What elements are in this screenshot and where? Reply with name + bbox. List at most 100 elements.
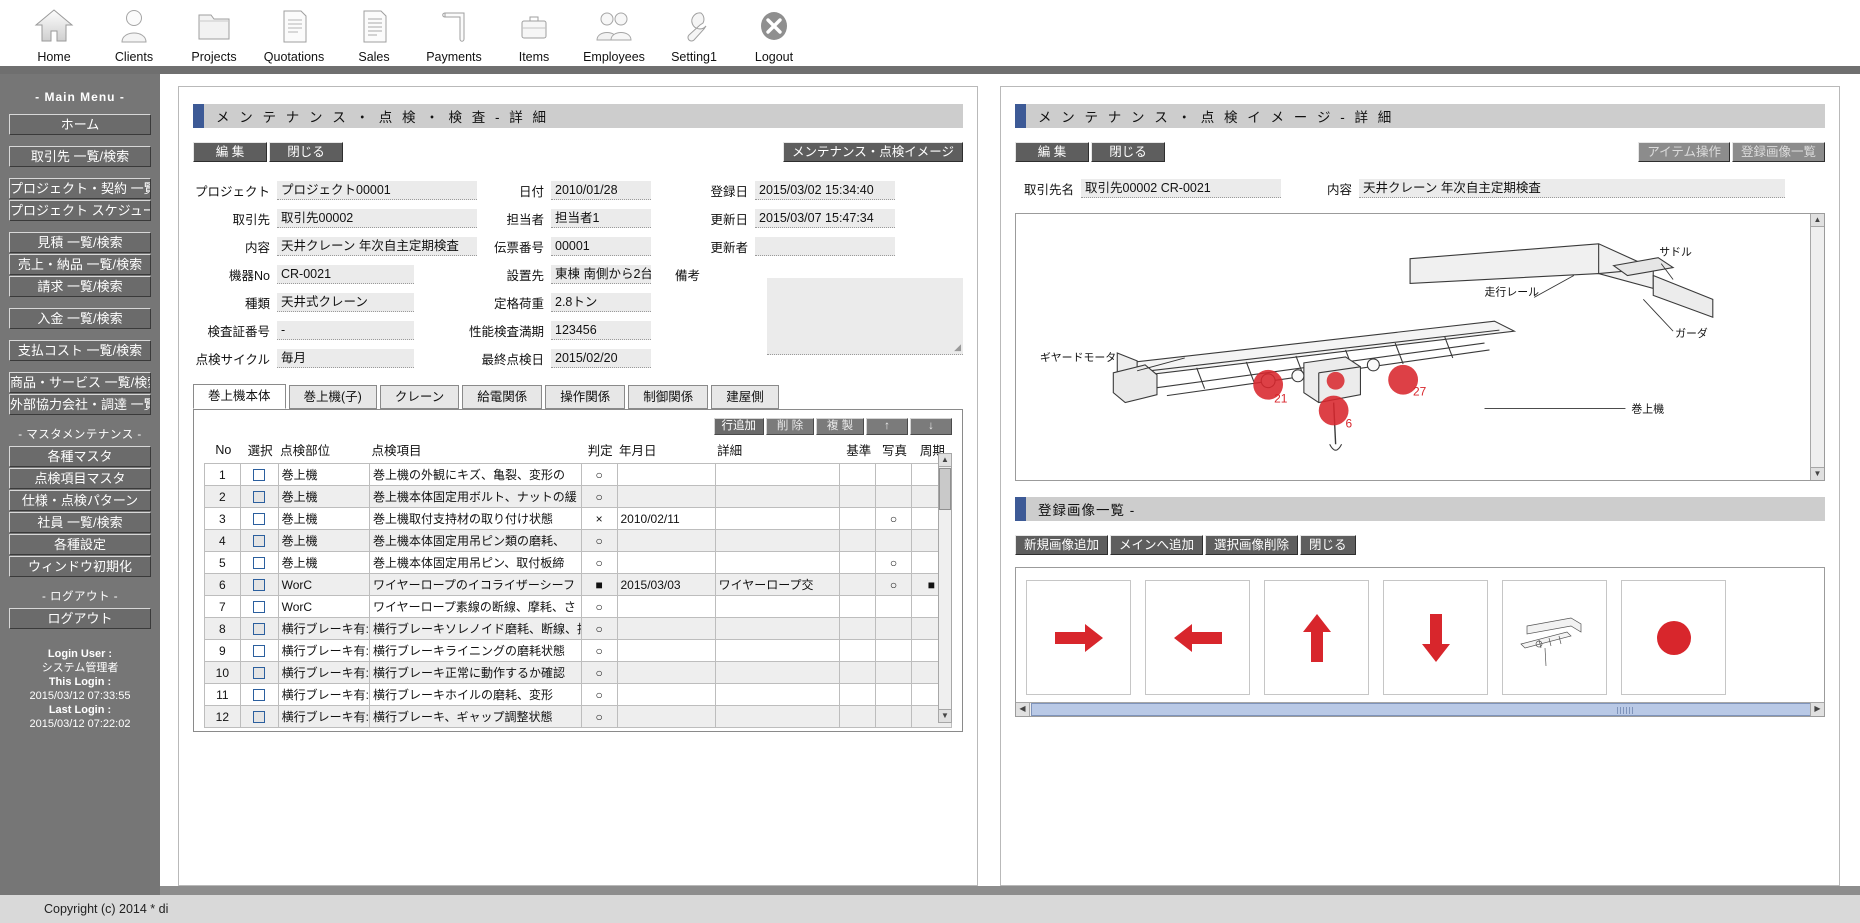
sidebar-item-employees[interactable]: 社員 一覧/検索 bbox=[9, 512, 151, 533]
close-button[interactable]: 閉じる bbox=[269, 142, 343, 162]
edit-button[interactable]: 編 集 bbox=[193, 142, 267, 162]
topnav-item-home[interactable]: Home bbox=[14, 0, 94, 64]
sidebar-item-sales-delivery[interactable]: 売上・納品 一覧/検索 bbox=[9, 254, 151, 275]
thumbnail-arrow-down[interactable] bbox=[1383, 580, 1488, 695]
table-row[interactable]: 1 巻上機 巻上機の外観にキズ、亀裂、変形の ○ bbox=[204, 463, 953, 486]
perf-exp-value[interactable]: 123456 bbox=[551, 321, 651, 340]
image-client-value[interactable]: 取引先00002 CR-0021 bbox=[1081, 179, 1281, 198]
scroll-up-icon[interactable]: ▲ bbox=[1811, 214, 1824, 227]
rated-load-value[interactable]: 2.8トン bbox=[551, 293, 651, 312]
project-value[interactable]: プロジェクト00001 bbox=[277, 181, 477, 200]
image-content-value[interactable]: 天井クレーン 年次自主定期検査 bbox=[1359, 179, 1785, 198]
row-checkbox[interactable] bbox=[253, 513, 266, 526]
content-value[interactable]: 天井クレーン 年次自主定期検査 bbox=[277, 237, 477, 256]
thumbnail-arrow-up[interactable] bbox=[1264, 580, 1369, 695]
cell-select[interactable] bbox=[239, 529, 279, 552]
crane-diagram-viewer[interactable]: 走行レール サドル ギヤードモータ ガーダ 巻上機 21 27 6 ▲ ▼ bbox=[1015, 213, 1825, 481]
image-edit-button[interactable]: 編 集 bbox=[1015, 142, 1089, 162]
cell-select[interactable] bbox=[239, 705, 279, 728]
cell-select[interactable] bbox=[239, 551, 279, 574]
cert-no-value[interactable]: - bbox=[277, 321, 414, 340]
cell-select[interactable] bbox=[239, 463, 279, 486]
tab-hoist-sub[interactable]: 巻上機(子) bbox=[288, 385, 377, 409]
thumbnail-circle[interactable] bbox=[1621, 580, 1726, 695]
row-checkbox[interactable] bbox=[253, 557, 266, 570]
sidebar-item-payment-costs[interactable]: 支払コスト 一覧/検索 bbox=[9, 340, 151, 361]
sidebar-item-invoices[interactable]: 請求 一覧/検索 bbox=[9, 276, 151, 297]
table-row[interactable]: 7 WorC ワイヤーロープ素線の断線、摩耗、さ ○ bbox=[204, 595, 953, 618]
sidebar-item-logout[interactable]: ログアウト bbox=[9, 608, 151, 629]
table-row[interactable]: 3 巻上機 巻上機取付支持材の取り付け状態 × 2010/02/11 ○ bbox=[204, 507, 953, 530]
sidebar-item-products-services[interactable]: 商品・サービス 一覧/検索 bbox=[9, 372, 151, 393]
add-to-main-button[interactable]: メインへ追加 bbox=[1110, 535, 1204, 555]
cycle-value[interactable]: 毎月 bbox=[277, 349, 414, 368]
tab-operation[interactable]: 操作関係 bbox=[545, 385, 626, 409]
topnav-item-setting1[interactable]: Setting1 bbox=[654, 0, 734, 64]
thumbnail-diagram[interactable] bbox=[1502, 580, 1607, 695]
sidebar-item-masters[interactable]: 各種マスタ bbox=[9, 446, 151, 467]
table-row[interactable]: 11 横行ブレーキ有: 横行ブレーキホイルの磨耗、変形 ○ bbox=[204, 683, 953, 706]
sidebar-item-quotations[interactable]: 見積 一覧/検索 bbox=[9, 232, 151, 253]
scroll-left-icon[interactable]: ◀ bbox=[1016, 703, 1030, 716]
delete-row-button[interactable]: 削 除 bbox=[766, 418, 814, 435]
cell-select[interactable] bbox=[239, 573, 279, 596]
sidebar-item-clients[interactable]: 取引先 一覧/検索 bbox=[9, 146, 151, 167]
maintenance-image-button[interactable]: メンテナンス・点検イメージ bbox=[782, 142, 963, 162]
image-close-button[interactable]: 閉じる bbox=[1091, 142, 1165, 162]
topnav-item-employees[interactable]: Employees bbox=[574, 0, 654, 64]
cell-select[interactable] bbox=[239, 617, 279, 640]
cell-select[interactable] bbox=[239, 595, 279, 618]
tab-building-side[interactable]: 建屋側 bbox=[711, 385, 779, 409]
topnav-item-payments[interactable]: Payments bbox=[414, 0, 494, 64]
hscroll-thumb[interactable] bbox=[1031, 703, 1824, 716]
last-check-value[interactable]: 2015/02/20 bbox=[551, 349, 651, 368]
person-value[interactable]: 担当者1 bbox=[551, 209, 651, 228]
topnav-item-projects[interactable]: Projects bbox=[174, 0, 254, 64]
scroll-thumb[interactable] bbox=[939, 468, 951, 510]
sidebar-item-projects-contracts[interactable]: プロジェクト・契約 一覧 bbox=[9, 178, 151, 199]
table-row[interactable]: 10 横行ブレーキ有: 横行ブレーキ正常に動作するか確認 ○ bbox=[204, 661, 953, 684]
tab-hoist-main[interactable]: 巻上機本体 bbox=[193, 384, 286, 409]
row-checkbox[interactable] bbox=[253, 689, 266, 702]
sidebar-item-receipts[interactable]: 入金 一覧/検索 bbox=[9, 308, 151, 329]
diagram-vertical-scrollbar[interactable]: ▲ ▼ bbox=[1810, 214, 1824, 480]
tab-crane[interactable]: クレーン bbox=[379, 385, 460, 409]
row-checkbox[interactable] bbox=[253, 667, 266, 680]
add-new-image-button[interactable]: 新規画像追加 bbox=[1015, 535, 1109, 555]
thumbnail-arrow-right[interactable] bbox=[1026, 580, 1131, 695]
sidebar-item-spec-inspection-pattern[interactable]: 仕様・点検パターン bbox=[9, 490, 151, 511]
topnav-item-sales[interactable]: Sales bbox=[334, 0, 414, 64]
topnav-item-clients[interactable]: Clients bbox=[94, 0, 174, 64]
kind-value[interactable]: 天井式クレーン bbox=[277, 293, 414, 312]
sidebar-item-home[interactable]: ホーム bbox=[9, 114, 151, 135]
cell-select[interactable] bbox=[239, 661, 279, 684]
scroll-down-icon[interactable]: ▼ bbox=[1811, 467, 1824, 480]
scroll-right-icon[interactable]: ▶ bbox=[1810, 703, 1824, 716]
date-value[interactable]: 2010/01/28 bbox=[551, 181, 651, 200]
table-row[interactable]: 5 巻上機 巻上機本体固定用吊ピン、取付板締 ○ ○ bbox=[204, 551, 953, 574]
sidebar-item-project-schedule[interactable]: プロジェクト スケジュール bbox=[9, 200, 151, 221]
thumbnail-arrow-left[interactable] bbox=[1145, 580, 1250, 695]
tab-power-supply[interactable]: 給電関係 bbox=[462, 385, 543, 409]
cell-select[interactable] bbox=[239, 683, 279, 706]
topnav-item-quotations[interactable]: Quotations bbox=[254, 0, 334, 64]
row-checkbox[interactable] bbox=[253, 623, 266, 636]
cell-select[interactable] bbox=[239, 507, 279, 530]
table-row[interactable]: 2 巻上機 巻上機本体固定用ボルト、ナットの緩 ○ bbox=[204, 485, 953, 508]
table-row[interactable]: 12 横行ブレーキ有: 横行ブレーキ、ギャップ調整状態 ○ bbox=[204, 705, 953, 728]
table-row[interactable]: 8 横行ブレーキ有: 横行ブレーキソレノイド磨耗、断線、損 ○ bbox=[204, 617, 953, 640]
sidebar-item-inspection-item-master[interactable]: 点検項目マスタ bbox=[9, 468, 151, 489]
move-down-button[interactable]: ↓ bbox=[910, 418, 952, 435]
sidebar-item-window-init[interactable]: ウィンドウ初期化 bbox=[9, 556, 151, 577]
remarks-field[interactable]: ◢ bbox=[767, 278, 963, 355]
row-checkbox[interactable] bbox=[253, 645, 266, 658]
row-checkbox[interactable] bbox=[253, 579, 266, 592]
row-checkbox[interactable] bbox=[253, 711, 266, 724]
item-operation-button[interactable]: アイテム操作 bbox=[1638, 142, 1730, 162]
move-up-button[interactable]: ↑ bbox=[866, 418, 908, 435]
row-checkbox[interactable] bbox=[253, 469, 266, 482]
location-value[interactable]: 東棟 南側から2台目 bbox=[551, 265, 651, 284]
sidebar-item-settings[interactable]: 各種設定 bbox=[9, 534, 151, 555]
registered-image-list-button[interactable]: 登録画像一覧 bbox=[1731, 142, 1825, 162]
table-row[interactable]: 6 WorC ワイヤーロープのイコライザーシーフ ■ 2015/03/03 ワイヤーロープ… bbox=[204, 573, 953, 596]
